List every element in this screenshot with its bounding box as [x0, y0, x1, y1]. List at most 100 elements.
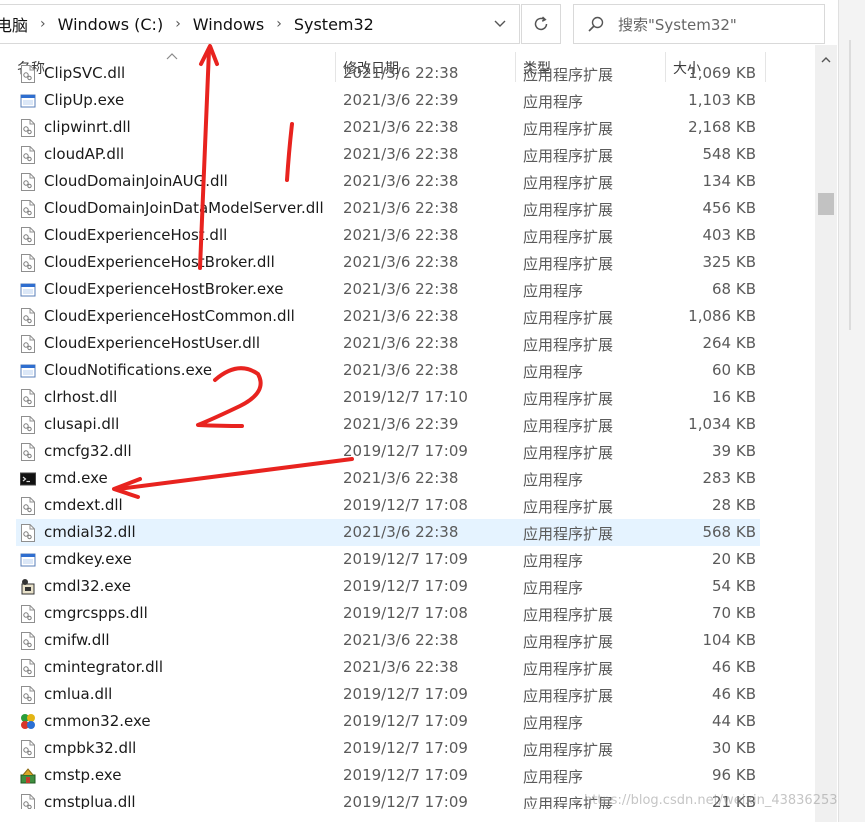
file-row[interactable]: cmgrcspps.dll 2019/12/7 17:08 应用程序扩展 70 KB: [16, 600, 760, 627]
file-date: 2019/12/7 17:09: [343, 766, 468, 784]
dll-icon: [20, 227, 36, 245]
scrollbar-thumb[interactable]: [818, 193, 834, 215]
file-date: 2021/3/6 22:38: [343, 199, 459, 217]
dll-icon: [20, 497, 36, 515]
chevron-right-icon[interactable]: ›: [36, 16, 50, 32]
file-date: 2021/3/6 22:38: [343, 253, 459, 271]
dll-icon: [20, 173, 36, 191]
pane-divider: [849, 40, 851, 330]
file-date: 2021/3/6 22:38: [343, 280, 459, 298]
preview-pane-edge: [838, 0, 865, 822]
file-row[interactable]: cmstp.exe 2019/12/7 17:09 应用程序 96 KB: [16, 762, 760, 789]
file-row[interactable]: CloudDomainJoinDataModelServer.dll 2021/3…: [16, 195, 760, 222]
cmstp-icon: [20, 767, 36, 785]
file-row[interactable]: CloudExperienceHostBroker.dll 2021/3/6 22…: [16, 249, 760, 276]
file-row[interactable]: CloudExperienceHostUser.dll 2021/3/6 22:3…: [16, 330, 760, 357]
file-row[interactable]: CloudExperienceHostCommon.dll 2021/3/6 22…: [16, 303, 760, 330]
chevron-right-icon[interactable]: ›: [272, 16, 286, 32]
chevron-down-icon[interactable]: [481, 5, 519, 43]
file-row[interactable]: cmlua.dll 2019/12/7 17:09 应用程序扩展 46 KB: [16, 681, 760, 708]
file-date: 2019/12/7 17:08: [343, 604, 468, 622]
file-size: 54 KB: [712, 577, 756, 595]
file-date: 2019/12/7 17:10: [343, 388, 468, 406]
file-size: 2,168 KB: [688, 118, 756, 136]
file-row[interactable]: cmcfg32.dll 2019/12/7 17:09 应用程序扩展 39 KB: [16, 438, 760, 465]
file-date: 2019/12/7 17:08: [343, 496, 468, 514]
file-name: CloudExperienceHostUser.dll: [44, 334, 261, 352]
dll-icon: [20, 200, 36, 218]
file-row[interactable]: CloudNotifications.exe 2021/3/6 22:38 应用程序…: [16, 357, 760, 384]
file-row[interactable]: ClipSVC.dll 2021/3/6 22:38 应用程序扩展 1,069 KB: [16, 60, 760, 87]
file-row[interactable]: cmifw.dll 2021/3/6 22:38 应用程序扩展 104 KB: [16, 627, 760, 654]
file-name: cmstp.exe: [44, 766, 122, 784]
file-type: 应用程序扩展: [523, 309, 614, 327]
file-type: 应用程序: [523, 471, 584, 489]
file-date: 2021/3/6 22:39: [343, 415, 459, 433]
file-type: 应用程序扩展: [523, 741, 614, 759]
file-type: 应用程序扩展: [523, 417, 614, 435]
dll-icon: [20, 254, 36, 272]
breadcrumb-system32[interactable]: System32: [286, 15, 382, 34]
file-size: 28 KB: [712, 496, 756, 514]
file-row[interactable]: cmdext.dll 2019/12/7 17:08 应用程序扩展 28 KB: [16, 492, 760, 519]
file-row[interactable]: cloudAP.dll 2021/3/6 22:38 应用程序扩展 548 KB: [16, 141, 760, 168]
breadcrumb-windows[interactable]: Windows: [185, 15, 272, 34]
vertical-scrollbar[interactable]: [815, 45, 837, 822]
address-bar[interactable]: 电脑 › Windows (C:) › Windows › System32: [0, 4, 520, 44]
file-row[interactable]: CloudDomainJoinAUG.dll 2021/3/6 22:38 应用程序…: [16, 168, 760, 195]
file-date: 2019/12/7 17:09: [343, 712, 468, 730]
chevron-right-icon[interactable]: ›: [171, 16, 185, 32]
file-size: 16 KB: [712, 388, 756, 406]
file-type: 应用程序扩展: [523, 687, 614, 705]
file-date: 2021/3/6 22:39: [343, 91, 459, 109]
file-name: CloudDomainJoinAUG.dll: [44, 172, 228, 190]
breadcrumb-c-drive[interactable]: Windows (C:): [50, 15, 172, 34]
search-input[interactable]: 搜索"System32": [618, 14, 737, 35]
file-size: 96 KB: [712, 766, 756, 784]
file-row[interactable]: cmmon32.exe 2019/12/7 17:09 应用程序 44 KB: [16, 708, 760, 735]
file-name: cmstplua.dll: [44, 793, 136, 809]
file-date: 2021/3/6 22:38: [343, 307, 459, 325]
file-row[interactable]: cmdial32.dll 2021/3/6 22:38 应用程序扩展 568 KB: [16, 519, 760, 546]
dll-icon: [20, 659, 36, 677]
file-date: 2021/3/6 22:38: [343, 226, 459, 244]
file-type: 应用程序: [523, 282, 584, 300]
file-row[interactable]: clipwinrt.dll 2021/3/6 22:38 应用程序扩展 2,168 K…: [16, 114, 760, 141]
file-row[interactable]: clusapi.dll 2021/3/6 22:39 应用程序扩展 1,034 KB: [16, 411, 760, 438]
cmd-icon: [20, 470, 36, 488]
file-row[interactable]: cmd.exe 2021/3/6 22:38 应用程序 283 KB: [16, 465, 760, 492]
dll-icon: [20, 389, 36, 407]
file-row[interactable]: cmdkey.exe 2019/12/7 17:09 应用程序 20 KB: [16, 546, 760, 573]
file-date: 2021/3/6 22:38: [343, 64, 459, 82]
dll-icon: [20, 524, 36, 542]
file-date: 2021/3/6 22:38: [343, 145, 459, 163]
file-row[interactable]: CloudExperienceHostBroker.exe 2021/3/6 22…: [16, 276, 760, 303]
file-row[interactable]: ClipUp.exe 2021/3/6 22:39 应用程序 1,103 KB: [16, 87, 760, 114]
file-row[interactable]: cmdl32.exe 2019/12/7 17:09 应用程序 54 KB: [16, 573, 760, 600]
file-size: 1,086 KB: [688, 307, 756, 325]
search-box[interactable]: 搜索"System32": [573, 4, 825, 44]
file-name: cmintegrator.dll: [44, 658, 163, 676]
file-row[interactable]: clrhost.dll 2019/12/7 17:10 应用程序扩展 16 KB: [16, 384, 760, 411]
file-row[interactable]: cmpbk32.dll 2019/12/7 17:09 应用程序扩展 30 KB: [16, 735, 760, 762]
file-size: 283 KB: [702, 469, 756, 487]
scroll-up-icon[interactable]: [815, 53, 837, 66]
file-name: CloudExperienceHostBroker.dll: [44, 253, 275, 271]
file-date: 2021/3/6 22:38: [343, 469, 459, 487]
dll-icon: [20, 443, 36, 461]
file-row[interactable]: CloudExperienceHost.dll 2021/3/6 22:38 应用程…: [16, 222, 760, 249]
file-type: 应用程序扩展: [523, 336, 614, 354]
file-name: cmdkey.exe: [44, 550, 132, 568]
breadcrumb-computer[interactable]: 电脑: [0, 12, 36, 36]
file-type: 应用程序: [523, 93, 584, 111]
file-size: 70 KB: [712, 604, 756, 622]
exe-icon: [20, 92, 36, 110]
file-name: clrhost.dll: [44, 388, 118, 406]
file-size: 325 KB: [702, 253, 756, 271]
file-size: 46 KB: [712, 658, 756, 676]
file-name: cmdial32.dll: [44, 523, 136, 541]
file-size: 134 KB: [702, 172, 756, 190]
file-row[interactable]: cmintegrator.dll 2021/3/6 22:38 应用程序扩展 46 K…: [16, 654, 760, 681]
file-type: 应用程序: [523, 714, 584, 732]
refresh-button[interactable]: [521, 4, 561, 44]
